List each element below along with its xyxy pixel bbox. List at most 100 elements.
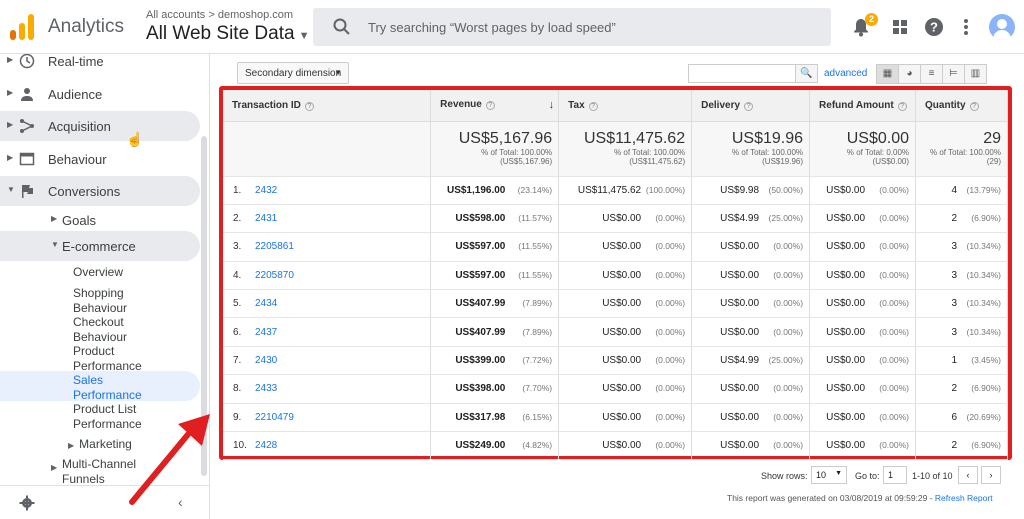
table-filter-input[interactable]: 🔍 [688,64,818,83]
next-page-icon[interactable]: › [981,466,1001,484]
sidebar-item-multi-channel-funnels[interactable]: ▶ Multi-Channel Funnels [51,457,136,486]
sidebar-item-overview[interactable]: Overview [73,265,123,280]
total-revenue: US$5,167.96% of Total: 100.00% (US$5,167.… [430,121,560,177]
help-icon[interactable]: ? [923,16,945,38]
sidebar-item-acquisition[interactable]: ▶ Acquisition [0,111,200,141]
advanced-filter-link[interactable]: advanced [824,68,867,79]
sidebar-item-label: Real-time [48,54,104,69]
avatar[interactable] [989,14,1015,40]
transaction-cell: 7. 2430 [223,346,432,376]
refund-cell: US$0.00 (0.00%) [809,204,917,234]
transaction-id-link[interactable]: 2434 [255,298,277,309]
transaction-id-link[interactable]: 2432 [255,185,277,196]
help-icon[interactable]: ? [485,101,495,111]
help-icon[interactable]: ? [304,101,314,111]
quantity-cell: 2 (6.90%) [915,431,1008,461]
table-view-icon[interactable]: ▦ [876,64,899,84]
transaction-id-link[interactable]: 2428 [255,440,277,451]
totals-row: US$5,167.96% of Total: 100.00% (US$5,167.… [223,121,1008,177]
account-path[interactable]: All accounts > demoshop.com [146,9,309,21]
refund-pct: (0.00%) [879,383,910,394]
tax-pct: (0.00%) [655,383,686,394]
delivery-value: US$0.00 [720,326,760,338]
revenue-value: US$597.00 [455,269,506,281]
column-header-tax[interactable]: Tax? [558,90,693,122]
sidebar-item-label: Multi-Channel [62,457,137,471]
analytics-logo[interactable] [10,14,36,40]
transaction-id-link[interactable]: 2433 [255,383,277,394]
transaction-id-link[interactable]: 2437 [255,327,277,338]
chevron-down-icon: ▼ [51,240,59,249]
refund-value: US$0.00 [826,298,866,310]
goto-input[interactable]: 1 [883,466,907,484]
account-selector[interactable]: All accounts > demoshop.com All Web Site… [146,9,309,45]
sidebar-item-label: Marketing [79,437,132,451]
tax-pct: (0.00%) [655,241,686,252]
delivery-cell: US$0.00 (0.00%) [691,317,811,347]
transaction-id-link[interactable]: 2205861 [255,241,294,252]
refund-value: US$0.00 [826,269,866,281]
view-name[interactable]: All Web Site Data ▼ [146,23,309,45]
more-vert-icon[interactable] [955,16,977,38]
show-rows-value: 10 [816,470,827,480]
performance-view-icon[interactable]: ≡ [920,64,943,84]
delivery-pct: (0.00%) [773,298,804,309]
help-icon[interactable]: ? [969,101,979,111]
sidebar-item-realtime[interactable]: ▶ Real-time [0,54,200,76]
table-row: 8. 2433 US$398.00 (7.70%) US$0.00 (0.00%) US$… [223,374,1008,404]
column-header-delivery[interactable]: Delivery? [691,90,811,122]
column-header-revenue[interactable]: Revenue? ↓ [430,90,560,122]
sidebar-item-conversions[interactable]: ▼ Conversions [0,176,200,206]
column-header-quantity[interactable]: Quantity? [915,90,1008,122]
refresh-report-link[interactable]: Refresh Report [935,493,993,503]
refund-pct: (0.00%) [879,269,910,280]
column-header-transaction-id[interactable]: Transaction ID? [223,90,432,122]
pivot-view-icon[interactable]: ▥ [964,64,987,84]
revenue-cell: US$598.00 (11.57%) [430,204,560,234]
delivery-cell: US$0.00 (0.00%) [691,261,811,291]
transaction-id-link[interactable]: 2205870 [255,270,294,281]
secondary-dimension-dropdown[interactable]: Secondary dimension ▼ [237,62,349,84]
pie-view-icon[interactable]: ◕ [898,64,921,84]
revenue-pct: (23.14%) [517,184,553,195]
help-icon[interactable]: ? [897,101,907,111]
gear-icon[interactable] [19,495,35,511]
search-bar[interactable]: Try searching “Worst pages by load speed… [313,8,831,46]
sidebar-item-marketing[interactable]: ▶ Marketing [68,437,132,454]
caret-down-icon: ▼ [835,470,842,477]
total-value: US$0.00 [846,129,910,147]
refund-pct: (0.00%) [879,411,910,422]
column-header-refund-amount[interactable]: Refund Amount? [809,90,917,122]
revenue-value: US$249.00 [455,440,506,452]
sidebar-item-sales-performance[interactable]: Sales Performance [73,373,142,402]
comparison-view-icon[interactable]: ⊨ [942,64,965,84]
help-icon[interactable]: ? [588,101,598,111]
revenue-cell: US$1,196.00 (23.14%) [430,176,560,205]
transaction-cell: 8. 2433 [223,374,432,404]
show-rows-select[interactable]: 10 ▼ [811,466,847,484]
sidebar-item-behaviour[interactable]: ▶ Behaviour [0,144,200,174]
prev-page-icon[interactable]: ‹ [958,466,978,484]
help-icon[interactable]: ? [744,101,754,111]
sidebar-item-product-performance[interactable]: Product Performance [73,344,142,373]
sidebar-item-ecommerce[interactable]: ▼ E-commerce [0,231,200,261]
sidebar-item-audience[interactable]: ▶ Audience [0,79,200,109]
tax-cell: US$0.00 (0.00%) [558,232,693,262]
sidebar-item-checkout-behaviour[interactable]: Checkout Behaviour [73,315,127,344]
search-icon[interactable]: 🔍 [795,65,817,82]
table-row: 1. 2432 US$1,196.00 (23.14%) US$11,475.62 (1… [223,176,1008,205]
transaction-id-link[interactable]: 2210479 [255,412,294,423]
delivery-pct: (25.00%) [768,213,804,224]
transaction-id-link[interactable]: 2430 [255,355,277,366]
chevron-right-icon: ▶ [7,120,14,129]
sidebar-item-label: Funnels [62,471,105,486]
top-bar: Analytics All accounts > demoshop.com Al… [0,0,1024,54]
column-header-label: Tax [568,99,585,111]
transaction-id-link[interactable]: 2431 [255,213,277,224]
revenue-value: US$398.00 [455,383,506,395]
sidebar-item-label: Shopping [73,286,124,300]
sidebar-item-shopping-behaviour[interactable]: Shopping Behaviour [73,286,127,315]
apps-grid-icon[interactable] [889,16,911,38]
hand-cursor-icon: ☝ [126,131,144,147]
delivery-cell: US$0.00 (0.00%) [691,232,811,262]
